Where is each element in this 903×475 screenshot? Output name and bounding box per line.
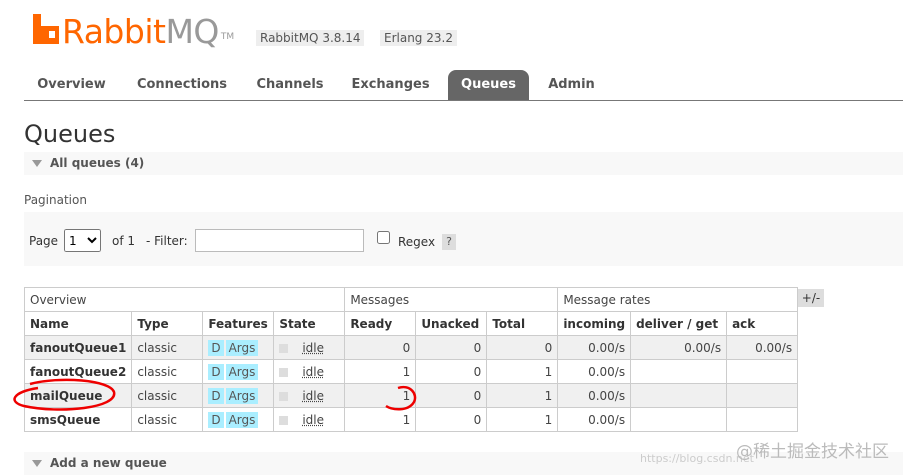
queue-features: D Args	[202, 335, 275, 360]
page-select[interactable]: 1	[64, 229, 101, 252]
rabbitmq-logo: RabbitMQ TM	[33, 10, 234, 50]
page-label: Page	[29, 234, 59, 248]
regex-checkbox[interactable]	[377, 231, 390, 244]
col-type[interactable]: Type	[131, 311, 204, 336]
unacked-count: 0	[415, 335, 488, 360]
filter-input[interactable]	[195, 229, 364, 252]
logo-tm: TM	[220, 32, 235, 42]
page-title: Queues	[24, 120, 116, 148]
tab-exchanges[interactable]: Exchanges	[344, 70, 437, 100]
col-total[interactable]: Total	[486, 311, 559, 336]
state-indicator-icon	[279, 343, 289, 353]
erlang-version: Erlang 23.2	[380, 30, 457, 46]
col-name[interactable]: Name	[23, 311, 133, 336]
queue-state: idle	[273, 335, 346, 360]
queue-type: classic	[131, 335, 204, 360]
col-features[interactable]: Features	[202, 311, 275, 336]
annotation-overlay	[13, 378, 417, 411]
durable-badge: D	[208, 339, 224, 356]
annotation-circle-ready	[385, 385, 417, 411]
deliver-rate: 0.00/s	[630, 335, 728, 360]
watermark: @稀土掘金技术社区	[736, 442, 889, 462]
rabbit-icon	[33, 14, 59, 44]
queue-name-link[interactable]: fanoutQueue1	[23, 335, 133, 360]
tab-queues[interactable]: Queues	[448, 70, 529, 100]
args-badge: Args	[225, 339, 259, 356]
collapse-triangle-icon	[32, 160, 42, 167]
group-overview: Overview	[23, 287, 346, 312]
annotation-circle-name	[13, 378, 116, 411]
logo-text: RabbitMQ	[62, 12, 219, 51]
tab-overview[interactable]: Overview	[24, 70, 119, 100]
col-incoming[interactable]: incoming	[557, 311, 632, 336]
col-ready[interactable]: Ready	[344, 311, 417, 336]
filter-label: - Filter:	[146, 234, 188, 248]
all-queues-toggle[interactable]: All queues (4)	[24, 152, 903, 175]
regex-label: Regex	[398, 235, 436, 249]
col-unacked[interactable]: Unacked	[415, 311, 488, 336]
group-message-rates: Message rates	[557, 287, 799, 312]
col-deliver-get[interactable]: deliver / get	[630, 311, 728, 336]
total-count: 0	[486, 335, 559, 360]
collapse-triangle-icon	[32, 460, 42, 467]
help-icon[interactable]: ?	[442, 234, 456, 250]
incoming-rate: 0.00/s	[557, 335, 632, 360]
add-queue-label: Add a new queue	[50, 456, 167, 470]
ack-rate: 0.00/s	[726, 335, 799, 360]
pagination-label: Pagination	[24, 193, 87, 207]
tab-connections[interactable]: Connections	[128, 70, 236, 100]
ready-count: 0	[344, 335, 417, 360]
column-toggle-button[interactable]: +/-	[798, 289, 824, 307]
col-state[interactable]: State	[273, 311, 346, 336]
tab-channels[interactable]: Channels	[246, 70, 334, 100]
col-ack[interactable]: ack	[726, 311, 799, 336]
main-nav: Overview Connections Channels Exchanges …	[24, 70, 903, 101]
rabbitmq-version: RabbitMQ 3.8.14	[256, 30, 365, 46]
group-messages: Messages	[344, 287, 559, 312]
all-queues-label: All queues (4)	[50, 156, 145, 170]
table-row: fanoutQueue1 classic D Args idle 0 0 0 0.…	[23, 335, 799, 360]
page-of-label: of 1	[112, 234, 136, 248]
tab-admin[interactable]: Admin	[539, 70, 604, 100]
